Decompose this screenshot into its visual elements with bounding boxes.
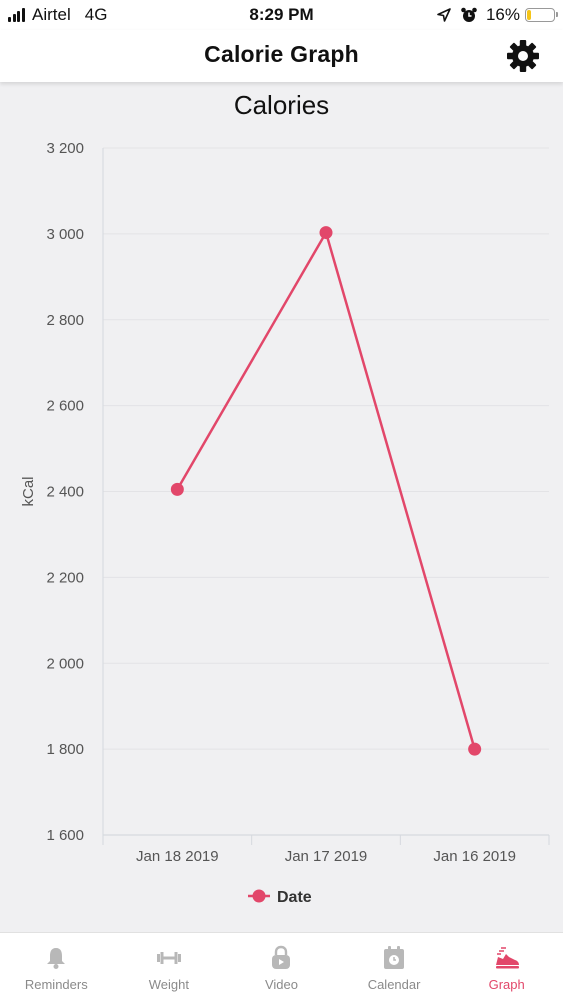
- settings-button[interactable]: [505, 38, 541, 74]
- page-title: Calorie Graph: [204, 41, 359, 67]
- y-tick-label: 2 000: [46, 655, 84, 672]
- y-tick-label: 2 600: [46, 398, 84, 415]
- x-tick-label: Jan 18 2019: [136, 848, 219, 865]
- y-tick-label: 3 200: [46, 140, 84, 157]
- legend-label: Date: [277, 889, 312, 906]
- tab-reminders[interactable]: Reminders: [0, 933, 113, 1001]
- tab-label: Weight: [148, 977, 189, 992]
- tab-calendar[interactable]: Calendar: [338, 933, 451, 1001]
- y-tick-label: 1 800: [46, 741, 84, 758]
- tab-label: Video: [264, 977, 298, 992]
- dumbbell-icon: [156, 952, 181, 964]
- calendar-icon: [384, 946, 405, 969]
- battery-icon: [525, 8, 558, 22]
- bell-icon: [47, 948, 66, 969]
- tab-video[interactable]: Video: [225, 933, 338, 1001]
- app-header: Calorie Graph: [0, 30, 563, 82]
- tab-graph[interactable]: Graph: [450, 933, 563, 1001]
- data-point: [319, 226, 333, 240]
- y-tick-label: 2 400: [46, 484, 84, 501]
- series-line: [176, 231, 476, 750]
- y-tick-label: 3 000: [46, 226, 84, 243]
- gear-icon: [507, 40, 539, 72]
- status-bar: Airtel 4G 8:29 PM 16%: [0, 0, 563, 30]
- y-axis-label: kCal: [20, 476, 37, 506]
- video-lock-icon: [272, 945, 291, 969]
- tab-weight[interactable]: Weight: [113, 933, 226, 1001]
- chart-plot: 1 600 1 800 2 000 2 200 2 400 2 600 2 800 3 000…: [20, 140, 550, 906]
- x-tick-label: Jan 17 2019: [285, 848, 368, 865]
- x-tick-label: Jan 16 2019: [433, 848, 516, 865]
- y-tick-label: 2 200: [46, 569, 84, 586]
- tab-bar: Reminders Weight Video Calendar Graph: [0, 932, 563, 1001]
- legend-marker: [252, 889, 266, 903]
- data-point: [468, 742, 482, 756]
- data-point: [170, 482, 184, 496]
- calorie-chart: Calories 1 600 1 800 2 000 2 200 2 400 2 600 2…: [0, 84, 563, 930]
- alarm-clock-icon: [461, 7, 477, 22]
- tab-label: Reminders: [24, 977, 88, 992]
- tab-label: Graph: [488, 977, 525, 992]
- running-shoe-icon: [495, 947, 519, 969]
- status-right: 16%: [436, 4, 558, 26]
- tab-label: Calendar: [367, 977, 421, 992]
- y-tick-label: 1 600: [46, 827, 84, 844]
- battery-percent: 16%: [485, 5, 520, 24]
- battery-level: [527, 10, 532, 20]
- y-tick-label: 2 800: [46, 312, 84, 329]
- location-arrow-icon: [437, 8, 451, 22]
